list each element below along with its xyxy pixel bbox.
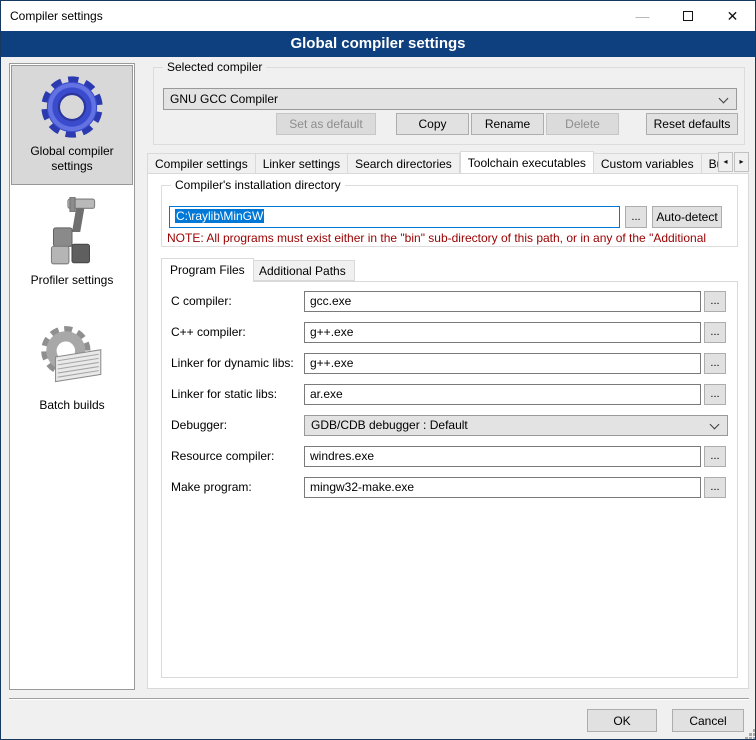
close-button[interactable]: ✕ xyxy=(710,1,755,31)
sidebar-item-batch-builds[interactable]: Batch builds xyxy=(11,316,133,428)
resource-compiler-input[interactable]: windres.exe xyxy=(304,446,701,467)
make-program-input[interactable]: mingw32-make.exe xyxy=(304,477,701,498)
make-program-label: Make program: xyxy=(171,480,252,494)
cpp-compiler-label: C++ compiler: xyxy=(171,325,246,339)
footer-separator xyxy=(9,698,749,700)
tab-scroll-right-button[interactable]: ▸ xyxy=(734,152,749,172)
debugger-dropdown[interactable]: GDB/CDB debugger : Default xyxy=(304,415,728,436)
resource-compiler-browse-button[interactable]: ... xyxy=(704,446,726,467)
linker-static-input[interactable]: ar.exe xyxy=(304,384,701,405)
copy-button[interactable]: Copy xyxy=(396,113,469,135)
make-program-browse-button[interactable]: ... xyxy=(704,477,726,498)
batch-builds-icon xyxy=(37,322,107,396)
linker-static-browse-button[interactable]: ... xyxy=(704,384,726,405)
sidebar-item-label: Global compiler settings xyxy=(12,142,132,178)
settings-category-list: Global compiler settings Profiler settin… xyxy=(9,63,135,690)
compiler-tabs: Compiler settings Linker settings Search… xyxy=(147,151,718,174)
sidebar-item-label: Profiler settings xyxy=(11,271,133,292)
installation-directory-input[interactable]: C:\raylib\MinGW xyxy=(169,206,620,228)
maximize-icon xyxy=(683,11,693,21)
bin-subdirectory-note: NOTE: All programs must exist either in … xyxy=(167,231,736,245)
tab-linker-settings[interactable]: Linker settings xyxy=(256,153,348,174)
tab-program-files[interactable]: Program Files xyxy=(161,258,254,282)
minimize-button[interactable]: — xyxy=(620,1,665,31)
selected-path-text: C:\raylib\MinGW xyxy=(175,209,264,223)
installation-directory-group-label: Compiler's installation directory xyxy=(171,178,345,192)
chevron-down-icon xyxy=(710,420,720,430)
rename-button[interactable]: Rename xyxy=(471,113,544,135)
title-bar: Compiler settings — ✕ xyxy=(1,1,755,31)
selected-compiler-dropdown[interactable]: GNU GCC Compiler xyxy=(163,88,737,110)
reset-defaults-button[interactable]: Reset defaults xyxy=(646,113,738,135)
cancel-button[interactable]: Cancel xyxy=(672,709,744,732)
banner-title: Global compiler settings xyxy=(1,31,755,57)
set-as-default-button[interactable]: Set as default xyxy=(276,113,376,135)
c-compiler-label: C compiler: xyxy=(171,294,232,308)
minimize-icon: — xyxy=(636,8,650,24)
tab-search-directories[interactable]: Search directories xyxy=(348,153,460,174)
cpp-compiler-input[interactable]: g++.exe xyxy=(304,322,701,343)
delete-button[interactable]: Delete xyxy=(546,113,619,135)
sidebar-item-label: Batch builds xyxy=(11,396,133,417)
window-title: Compiler settings xyxy=(1,9,103,23)
sidebar-item-global-compiler-settings[interactable]: Global compiler settings xyxy=(11,65,133,185)
sidebar-item-profiler-settings[interactable]: Profiler settings xyxy=(11,191,133,303)
auto-detect-button[interactable]: Auto-detect xyxy=(652,206,722,228)
resource-compiler-label: Resource compiler: xyxy=(171,449,274,463)
linker-dynamic-input[interactable]: g++.exe xyxy=(304,353,701,374)
tab-compiler-settings[interactable]: Compiler settings xyxy=(147,153,256,174)
close-icon: ✕ xyxy=(727,8,739,25)
linker-dynamic-label: Linker for dynamic libs: xyxy=(171,356,294,370)
blue-gear-icon xyxy=(37,72,107,142)
debugger-label: Debugger: xyxy=(171,418,227,432)
tab-build-options-clipped[interactable]: Builc xyxy=(702,153,718,174)
resize-grip[interactable] xyxy=(749,733,752,736)
profiler-caliper-icon xyxy=(39,197,105,271)
tab-additional-paths[interactable]: Additional Paths xyxy=(250,260,355,281)
c-compiler-input[interactable]: gcc.exe xyxy=(304,291,701,312)
cpp-compiler-browse-button[interactable]: ... xyxy=(704,322,726,343)
maximize-button[interactable] xyxy=(665,1,710,31)
tab-toolchain-executables[interactable]: Toolchain executables xyxy=(460,151,594,174)
browse-directory-button[interactable]: ... xyxy=(625,206,647,228)
linker-static-label: Linker for static libs: xyxy=(171,387,277,401)
compiler-settings-dialog: Compiler settings — ✕ Global compiler se… xyxy=(0,0,756,740)
chevron-down-icon xyxy=(719,94,729,104)
ok-button[interactable]: OK xyxy=(587,709,657,732)
linker-dynamic-browse-button[interactable]: ... xyxy=(704,353,726,374)
selected-compiler-group-label: Selected compiler xyxy=(163,60,266,74)
tab-scroll-left-button[interactable]: ◂ xyxy=(718,152,733,172)
tab-custom-variables[interactable]: Custom variables xyxy=(594,153,702,174)
c-compiler-browse-button[interactable]: ... xyxy=(704,291,726,312)
